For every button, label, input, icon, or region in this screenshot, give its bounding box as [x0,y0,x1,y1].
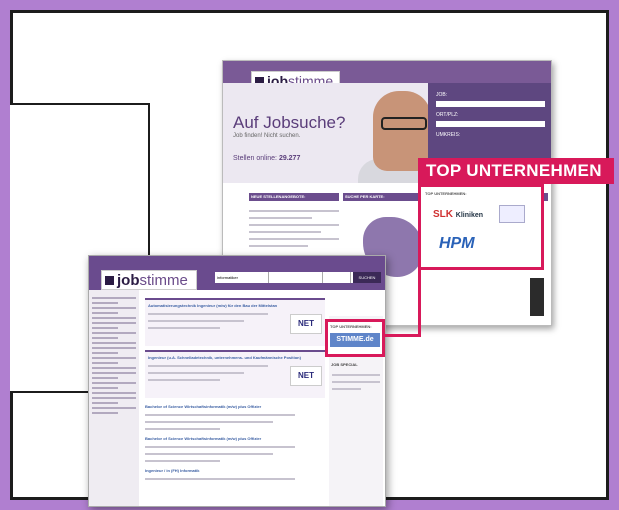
list-item[interactable]: Bachelor of Science Wirtschaftsinformati… [145,404,325,430]
list-item[interactable]: Ingenieur / in (FH) Informatik [145,468,325,480]
job-title[interactable]: Bachelor of Science Wirtschaftsinformati… [145,404,325,409]
company-gear-icon[interactable] [499,205,525,223]
front-search-bar: informatiker SUCHEN [215,272,381,283]
hero-count-value: 29.277 [278,155,301,162]
hero-subtitle: Job finden! Nicht suchen. [233,133,301,139]
logo-brand-light: stimme [139,271,188,289]
hpm-logo[interactable]: HPM [439,235,475,253]
front-logo[interactable]: jobstimme [101,270,197,290]
slk-logo[interactable]: SLK Kliniken [433,209,483,220]
company-logo[interactable]: NET [290,314,322,334]
callout-connector [418,270,421,337]
small-box-header: TOP UNTERNEHMEN: [330,324,372,329]
front-screenshot: jobstimme informatiker SUCHEN Automatisi… [88,255,386,507]
radius-select[interactable] [325,272,351,283]
region-label: ORT/PLZ: [436,112,459,118]
radius-label: UMKREIS: [436,132,461,138]
hero-count: Stellen online: 29.277 [233,155,300,162]
category-sidebar [89,290,139,506]
job-special-label[interactable]: JOB SPECIAL [329,360,383,369]
stimme-logo[interactable]: STIMME.de [330,333,380,347]
logo-brand-bold: job [117,271,140,289]
list-item[interactable]: Automatisierungstechnik Ingenieur (m/w) … [145,298,325,346]
company-logo[interactable]: NET [290,366,322,386]
hero-count-label: Stellen online: [233,155,277,162]
logo-square-icon [105,275,114,285]
job-input[interactable] [436,101,545,107]
job-title[interactable]: Automatisierungstechnik Ingenieur (m/w) … [148,303,322,308]
job-label: JOB: [436,92,448,98]
hero-title: Auf Jobsuche? [233,113,346,132]
results-list: Automatisierungstechnik Ingenieur (m/w) … [145,294,325,506]
callout-label: TOP UNTERNEHMEN [418,158,614,184]
slk-logo-text: Kliniken [455,212,484,219]
new-jobs-heading: NEUE STELLENANGEBOTE: [249,193,339,201]
job-title[interactable]: Ingenieur (u.A. Schnelladetechnik, unter… [148,355,322,360]
region-search-input[interactable] [271,272,323,283]
region-input[interactable] [436,121,545,127]
new-jobs-list [249,205,339,252]
front-header: jobstimme informatiker SUCHEN [89,256,385,290]
top-companies-small-box[interactable]: TOP UNTERNEHMEN: STIMME.de [325,319,385,357]
list-item[interactable]: Ingenieur (u.A. Schnelladetechnik, unter… [145,350,325,398]
scroll-block [530,278,544,316]
job-title[interactable]: Ingenieur / in (FH) Informatik [145,468,325,473]
job-search-input[interactable]: informatiker [215,272,269,283]
top-companies-callout[interactable]: TOP UNTERNEHMEN: SLK Kliniken HPM [418,184,544,270]
slk-logo-mark: SLK [433,209,453,220]
callout-inner-header: TOP UNTERNEHMEN: [425,191,467,196]
callout-connector [383,334,420,337]
search-button[interactable]: SUCHEN [353,272,381,283]
job-title[interactable]: Bachelor of Science Wirtschaftsinformati… [145,436,325,441]
list-item[interactable]: Bachelor of Science Wirtschaftsinformati… [145,436,325,462]
map-search-heading: SUCHE PER KARTE: [343,193,421,201]
